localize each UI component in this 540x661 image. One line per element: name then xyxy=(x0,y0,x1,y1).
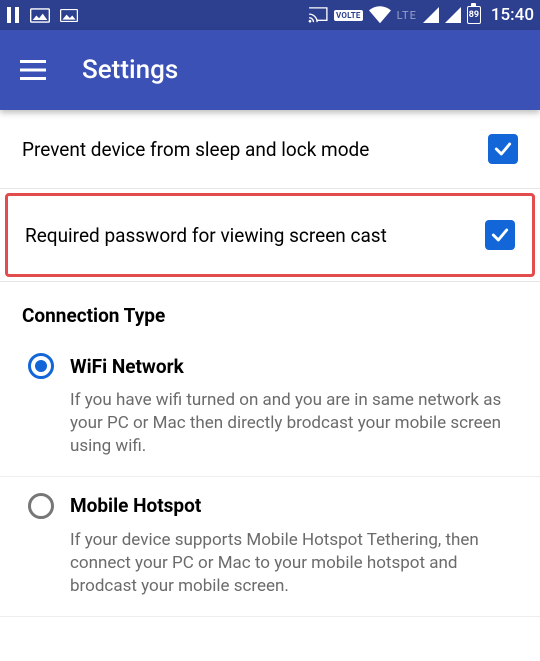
page-title: Settings xyxy=(82,55,178,85)
radio-option-wifi[interactable]: WiFi Network If you have wifi turned on … xyxy=(0,337,540,477)
radio-button-hotspot[interactable] xyxy=(28,493,54,519)
section-connection-type: Connection Type xyxy=(0,282,540,337)
status-bar: VOLTE LTE 89 15:40 xyxy=(0,0,540,30)
option-require-password[interactable]: Required password for viewing screen cas… xyxy=(8,196,532,274)
wifi-icon xyxy=(369,6,391,24)
app-bar: Settings xyxy=(0,30,540,110)
radio-description: If you have wifi turned on and you are i… xyxy=(70,389,518,458)
battery-icon: 89 xyxy=(467,6,481,24)
option-prevent-sleep[interactable]: Prevent device from sleep and lock mode xyxy=(0,110,540,189)
cast-icon xyxy=(30,8,50,23)
clock: 15:40 xyxy=(491,5,534,25)
checkbox-require-password[interactable] xyxy=(485,220,515,250)
image-icon xyxy=(60,8,78,23)
check-icon xyxy=(493,139,513,159)
status-right: VOLTE LTE 89 15:40 xyxy=(308,5,534,25)
option-label: Required password for viewing screen cas… xyxy=(25,224,387,247)
radio-button-wifi[interactable] xyxy=(28,353,54,379)
status-left xyxy=(6,7,78,23)
radio-description: If your device supports Mobile Hotspot T… xyxy=(70,529,518,598)
radio-option-hotspot[interactable]: Mobile Hotspot If your device supports M… xyxy=(0,477,540,617)
content: Prevent device from sleep and lock mode … xyxy=(0,110,540,617)
lte-label: LTE xyxy=(397,9,417,22)
hamburger-icon[interactable] xyxy=(20,60,46,80)
signal-icon xyxy=(423,7,439,23)
battery-pct: 89 xyxy=(469,10,479,20)
option-label: Prevent device from sleep and lock mode xyxy=(22,138,369,161)
screencast-icon xyxy=(308,7,328,23)
radio-label: Mobile Hotspot xyxy=(70,494,201,517)
check-icon xyxy=(490,225,510,245)
highlighted-option: Required password for viewing screen cas… xyxy=(5,193,535,277)
pause-icon xyxy=(6,7,20,23)
radio-label: WiFi Network xyxy=(70,355,184,378)
checkbox-prevent-sleep[interactable] xyxy=(488,134,518,164)
volte-badge: VOLTE xyxy=(334,10,363,21)
signal-icon-2 xyxy=(445,7,461,23)
